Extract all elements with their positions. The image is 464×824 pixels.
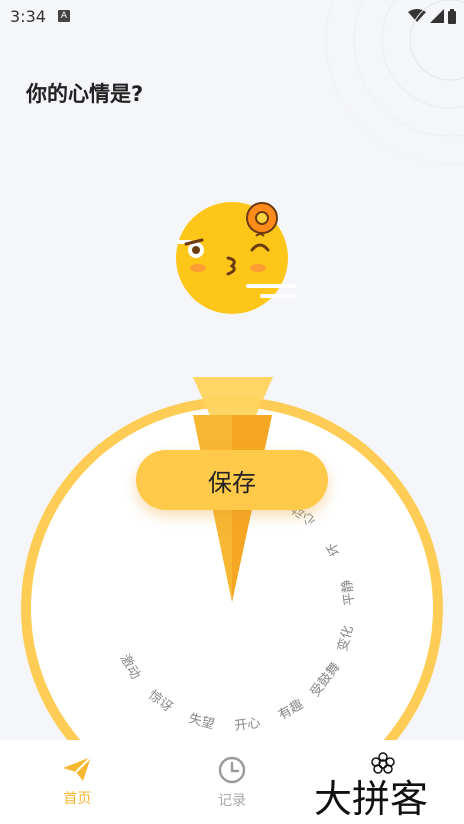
nav-item-record[interactable]: 记录: [155, 740, 310, 824]
nav-home-label: 首页: [63, 791, 92, 807]
paper-plane-icon: [63, 756, 93, 781]
decorative-rings: [325, 0, 464, 165]
mood-dial[interactable]: 激动惊讶失望开心有趣受鼓舞变化平静坏心动孤独生气: [0, 370, 464, 740]
nav-record-label: 记录: [218, 793, 246, 809]
save-button[interactable]: 保存: [136, 450, 328, 510]
clock-icon: [218, 756, 246, 784]
mood-emoji-icon: [176, 202, 296, 314]
page-title: 你的心情是?: [26, 82, 144, 106]
status-time: 3:34: [10, 6, 46, 26]
nav-item-home[interactable]: 首页: [0, 740, 155, 824]
watermark-text: 大拼客: [314, 777, 429, 821]
watermark-logo: 大拼客: [312, 752, 462, 821]
notification-a-icon: A: [57, 10, 70, 22]
